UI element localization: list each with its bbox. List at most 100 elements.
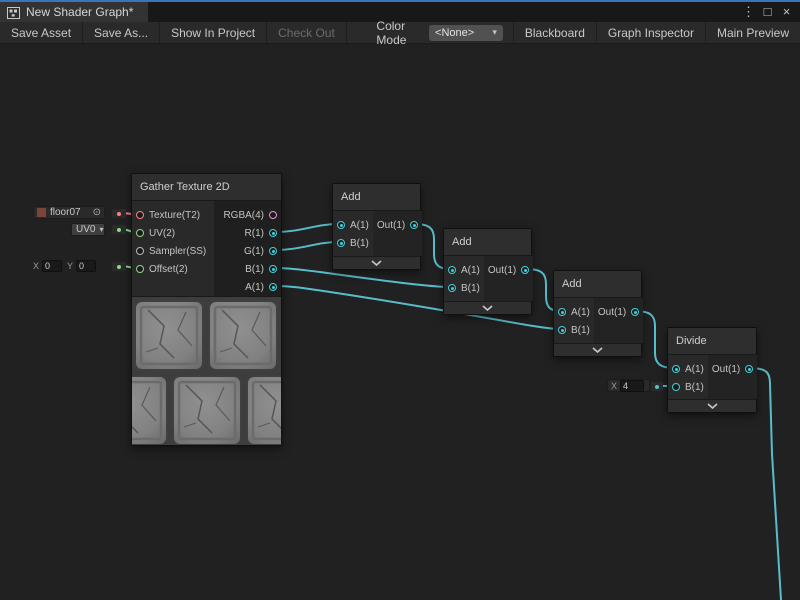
node-collapse-bar[interactable]	[444, 301, 531, 314]
divide-b-label: X	[611, 381, 617, 391]
shader-graph-window: New Shader Graph* ⋮ □ × Save Asset Save …	[0, 0, 800, 600]
port-in-a[interactable]	[337, 221, 345, 229]
graph-toolbar: Save Asset Save As... Show In Project Ch…	[0, 22, 800, 44]
port-label: UV(2)	[149, 228, 175, 239]
port-label: A(1)	[245, 282, 264, 293]
uv-channel-dropdown[interactable]: UV0 ▾	[71, 223, 105, 236]
port-label: B(1)	[571, 325, 590, 336]
divide-b-vector1-field: X 4	[607, 379, 650, 392]
save-asset-button[interactable]: Save Asset	[0, 22, 83, 43]
blackboard-toggle-button[interactable]: Blackboard	[513, 22, 596, 43]
graph-canvas[interactable]: Gather Texture 2D Texture(T2) UV(2) Samp…	[0, 44, 800, 600]
collapse-chevron-icon	[592, 347, 603, 353]
port-label: A(1)	[685, 364, 704, 375]
show-in-project-button[interactable]: Show In Project	[160, 22, 267, 43]
port-out-g[interactable]	[269, 247, 277, 255]
node-collapse-bar[interactable]	[333, 256, 420, 269]
color-mode-label: Color Mode	[368, 22, 429, 43]
port-in-b[interactable]	[672, 383, 680, 391]
port-in-a[interactable]	[672, 365, 680, 373]
check-out-button: Check Out	[267, 22, 347, 43]
port-out[interactable]	[521, 266, 529, 274]
texture-object-field[interactable]: floor07 ⊙	[33, 206, 105, 219]
port-label: Out(1)	[712, 364, 740, 375]
node-add-3[interactable]: Add A(1) B(1) Out(1)	[553, 270, 642, 357]
port-label: A(1)	[571, 307, 590, 318]
port-in-b[interactable]	[448, 284, 456, 292]
node-collapse-bar[interactable]	[668, 399, 756, 412]
save-as-button[interactable]: Save As...	[83, 22, 160, 43]
port-out[interactable]	[631, 308, 639, 316]
chevron-down-icon: ▾	[99, 225, 103, 234]
node-gather-texture-2d[interactable]: Gather Texture 2D Texture(T2) UV(2) Samp…	[131, 173, 282, 446]
port-label: Out(1)	[377, 220, 405, 231]
port-connector	[112, 209, 126, 218]
port-in-b[interactable]	[558, 326, 566, 334]
shader-graph-asset-icon	[7, 6, 20, 19]
close-icon[interactable]: ×	[778, 2, 795, 22]
toolbar-right-group: Blackboard Graph Inspector Main Preview	[513, 22, 800, 43]
tab-new-shader-graph[interactable]: New Shader Graph*	[0, 2, 148, 22]
port-in-sampler[interactable]	[136, 247, 144, 255]
port-out-rgba[interactable]	[269, 211, 277, 219]
node-title: Add	[554, 271, 641, 298]
node-divide[interactable]: Divide A(1) B(1) Out(1)	[667, 327, 757, 413]
node-add-2[interactable]: Add A(1) B(1) Out(1)	[443, 228, 532, 315]
node-title: Gather Texture 2D	[132, 174, 281, 201]
wire-gather-r-to-add1-a[interactable]	[275, 224, 339, 232]
port-in-a[interactable]	[448, 266, 456, 274]
port-out-b[interactable]	[269, 265, 277, 273]
port-out[interactable]	[745, 365, 753, 373]
offset-vector2-field: X 0 Y 0	[33, 259, 104, 272]
collapse-chevron-icon	[371, 260, 382, 266]
toolbar-spacer	[347, 22, 369, 43]
port-label: G(1)	[244, 246, 264, 257]
port-in-b[interactable]	[337, 239, 345, 247]
window-menu-icon[interactable]: ⋮	[740, 2, 757, 22]
node-title: Divide	[668, 328, 756, 355]
port-label: R(1)	[245, 228, 264, 239]
node-add-1[interactable]: Add A(1) B(1) Out(1)	[332, 183, 421, 270]
texture-name: floor07	[50, 207, 81, 218]
port-label: B(1)	[245, 264, 264, 275]
offset-y-input[interactable]: 0	[76, 260, 96, 272]
color-mode-value: <None>	[435, 27, 474, 39]
tab-title: New Shader Graph*	[26, 5, 133, 19]
port-label: RGBA(4)	[223, 210, 264, 221]
wires-layer	[0, 44, 800, 600]
wire-gather-b-to-add2-b[interactable]	[275, 268, 450, 287]
port-out[interactable]	[410, 221, 418, 229]
chevron-down-icon: ▾	[492, 27, 497, 38]
color-mode-dropdown[interactable]: <None> ▾	[429, 25, 503, 41]
texture-swatch	[37, 208, 46, 217]
port-connector	[112, 225, 126, 234]
port-out-r[interactable]	[269, 229, 277, 237]
port-label: A(1)	[350, 220, 369, 231]
port-in-offset[interactable]	[136, 265, 144, 273]
uv-channel-value: UV0	[76, 224, 95, 235]
port-label: B(1)	[350, 238, 369, 249]
port-connector	[651, 382, 663, 391]
node-title: Add	[333, 184, 420, 211]
port-out-a[interactable]	[269, 283, 277, 291]
port-label: Texture(T2)	[149, 210, 200, 221]
offset-y-label: Y	[67, 261, 73, 271]
wire-gather-g-to-add1-b[interactable]	[275, 242, 339, 250]
window-controls: ⋮ □ ×	[740, 2, 800, 22]
main-preview-toggle-button[interactable]: Main Preview	[705, 22, 800, 43]
port-in-uv[interactable]	[136, 229, 144, 237]
node-collapse-bar[interactable]	[554, 343, 641, 356]
node-title: Add	[444, 229, 531, 256]
collapse-chevron-icon	[707, 403, 718, 409]
graph-inspector-toggle-button[interactable]: Graph Inspector	[596, 22, 705, 43]
object-picker-icon[interactable]: ⊙	[93, 208, 101, 218]
divide-b-input[interactable]: 4	[620, 380, 644, 392]
port-connector	[112, 262, 126, 271]
offset-x-input[interactable]: 0	[42, 260, 62, 272]
maximize-icon[interactable]: □	[759, 2, 776, 22]
port-in-a[interactable]	[558, 308, 566, 316]
port-in-texture[interactable]	[136, 211, 144, 219]
port-label: Out(1)	[598, 307, 626, 318]
port-label: Offset(2)	[149, 264, 188, 275]
port-label: Sampler(SS)	[149, 246, 206, 257]
